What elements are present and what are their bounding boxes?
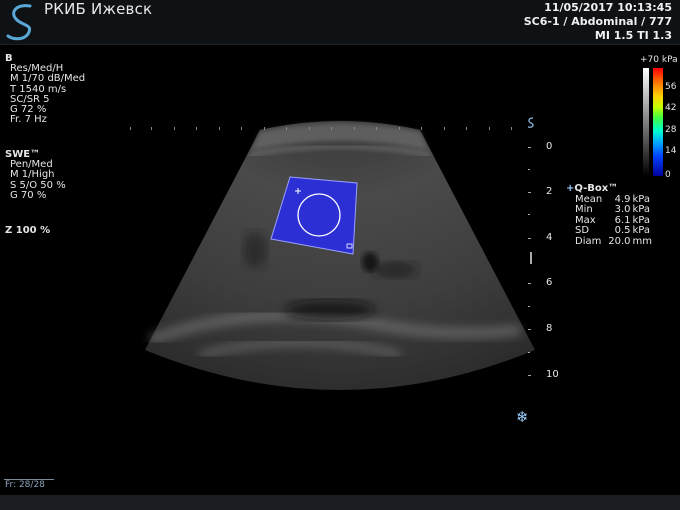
depth-label: 6 bbox=[546, 277, 553, 288]
depth-label: 8 bbox=[546, 323, 553, 334]
color-scale-max: +70 kPa bbox=[640, 55, 678, 65]
color-scale-tick: 56 bbox=[665, 82, 677, 92]
cine-bar[interactable] bbox=[4, 471, 54, 480]
snowflake-icon[interactable]: ❄ bbox=[516, 408, 529, 426]
depth-label: 2 bbox=[546, 186, 553, 197]
probe-orientation-icon bbox=[527, 117, 534, 128]
qbox-title: +Q-Box™ bbox=[566, 183, 619, 194]
sector-scan bbox=[145, 121, 535, 390]
color-scale-tick: 14 bbox=[665, 146, 677, 156]
qbox-table: Mean 4.9 kPa Min 3.0 kPa Max 6.1 kPa SD 0.5 kPa … bbox=[575, 194, 652, 248]
table-row: Diam 20.0 mm bbox=[575, 235, 652, 247]
color-scale-tick: 0 bbox=[665, 170, 671, 180]
ultrasound-image bbox=[130, 117, 535, 390]
frame-counter: Fr: 28/28 bbox=[5, 480, 45, 490]
depth-label: 0 bbox=[546, 141, 553, 152]
ultrasound-screen: РКИБ Ижевск 11/05/2017 10:13:45 SC6-1 / … bbox=[0, 0, 680, 510]
elasticity-color-bar bbox=[653, 68, 663, 176]
depth-label: 4 bbox=[546, 232, 553, 243]
footer-bar bbox=[0, 495, 680, 510]
color-scale-tick: 42 bbox=[665, 103, 677, 113]
depth-label: 10 bbox=[546, 369, 559, 380]
grayscale-bar bbox=[643, 68, 649, 176]
qbox-stats: +Q-Box™ Mean 4.9 kPa Min 3.0 kPa Max 6.1 kPa S… bbox=[566, 183, 652, 248]
color-scale-tick: 28 bbox=[665, 125, 677, 135]
